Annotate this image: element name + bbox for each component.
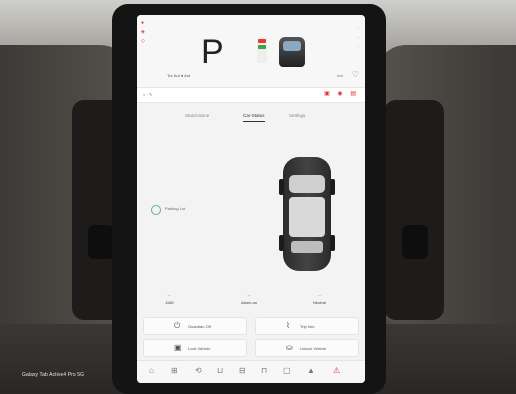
drive-status: Tur Aut ● Aut (167, 73, 191, 78)
stat-3: — Neutral (313, 293, 326, 305)
stat-2-label: — (247, 293, 251, 297)
dock-window-icon[interactable]: ⊟ (239, 366, 246, 376)
route-icon: ⌇ (286, 321, 290, 330)
stat-1-label: — (167, 293, 172, 297)
dock-cup-icon[interactable]: ⊓ (261, 366, 267, 376)
gear-indicator: P (201, 33, 224, 71)
trip-info-label: Trip Info (300, 324, 315, 329)
car-icon: ⛀ (286, 343, 293, 352)
power-icon: ⏻ (174, 321, 181, 330)
location-pin-icon (151, 205, 161, 215)
tab-stand-alone[interactable]: Stand-alone (185, 113, 209, 118)
dock-home-icon[interactable]: ⌂ (149, 366, 154, 376)
tab-bar: Stand-alone Car-Status Settings (137, 109, 365, 127)
guardian-label: Guardian Off (188, 324, 211, 329)
top-right-line-2: – (356, 34, 359, 39)
car-top-view (279, 157, 335, 271)
stat-3-label: — (317, 293, 322, 297)
stat-3-value: Neutral (313, 300, 326, 305)
status-right: Aut (336, 73, 343, 78)
lock-icon: ▣ (174, 343, 182, 352)
stat-2: — Alarm-on (241, 293, 257, 305)
green-light (258, 45, 266, 49)
guardian-button[interactable]: ⏻ Guardian Off (143, 317, 247, 335)
stat-1: — 1185 (165, 293, 174, 305)
address-right-icons[interactable]: ▣ ◉ ▤ (324, 90, 359, 97)
top-right-indicators: – – – (357, 23, 359, 50)
dock-alert-icon[interactable]: ⚠ (333, 366, 340, 376)
mount-right (384, 100, 444, 320)
unlock-label: Unlock Vehicle (300, 346, 327, 351)
dock-refresh-icon[interactable]: ⟲ (195, 366, 202, 376)
tab-settings[interactable]: Settings (289, 113, 305, 118)
top-right-line-1: – (356, 25, 359, 30)
stats-row: — 1185 — Alarm-on — Neutral (137, 293, 365, 311)
red-light (258, 39, 266, 43)
tablet-screen: ● ◈ ◇ P – – – Tur Aut ● Aut Aut ♡ < · ✎ … (137, 15, 365, 383)
bluetooth-icon: ◈ (141, 29, 145, 35)
lock-button[interactable]: ▣ Lock Vehicle (143, 339, 247, 357)
tab-car-status[interactable]: Car-Status (243, 113, 265, 122)
alert-icon: ● (141, 20, 145, 26)
mount-knob-left (88, 225, 114, 259)
dock-car-icon[interactable]: ▲ (307, 366, 315, 376)
dock-tray-icon[interactable]: ⊔ (217, 366, 223, 376)
dock-square-icon[interactable]: ▢ (283, 366, 291, 376)
bottom-dock: ⌂ ⊞ ⟲ ⊔ ⊟ ⊓ ▢ ▲ ⚠ (137, 360, 365, 383)
stat-1-value: 1185 (165, 300, 174, 305)
mount-knob-right (402, 225, 428, 259)
device-caption: Galaxy Tab Active4 Pro 5G (22, 372, 85, 378)
top-right-line-3: – (356, 43, 359, 48)
address-bar[interactable]: < · ✎ ▣ ◉ ▤ (137, 87, 365, 103)
location-label: Parking Lot (165, 206, 186, 211)
address-left: < · ✎ (143, 92, 153, 97)
heart-icon[interactable]: ♡ (352, 70, 359, 79)
dock-apps-icon[interactable]: ⊞ (171, 366, 178, 376)
left-status-icons: ● ◈ ◇ (141, 21, 149, 48)
top-panel: ● ◈ ◇ P – – – Tur Aut ● Aut Aut ♡ (137, 15, 365, 95)
car-front-icon (279, 37, 305, 67)
trip-info-button[interactable]: ⌇ Trip Info (255, 317, 359, 335)
action-buttons: ⏻ Guardian Off ⌇ Trip Info ▣ Lock Vehicl… (143, 317, 359, 359)
stat-2-value: Alarm-on (241, 300, 258, 305)
wifi-icon: ◇ (141, 38, 145, 44)
unlock-button[interactable]: ⛀ Unlock Vehicle (255, 339, 359, 357)
lock-label: Lock Vehicle (188, 346, 211, 351)
traffic-light-icon (257, 37, 267, 63)
